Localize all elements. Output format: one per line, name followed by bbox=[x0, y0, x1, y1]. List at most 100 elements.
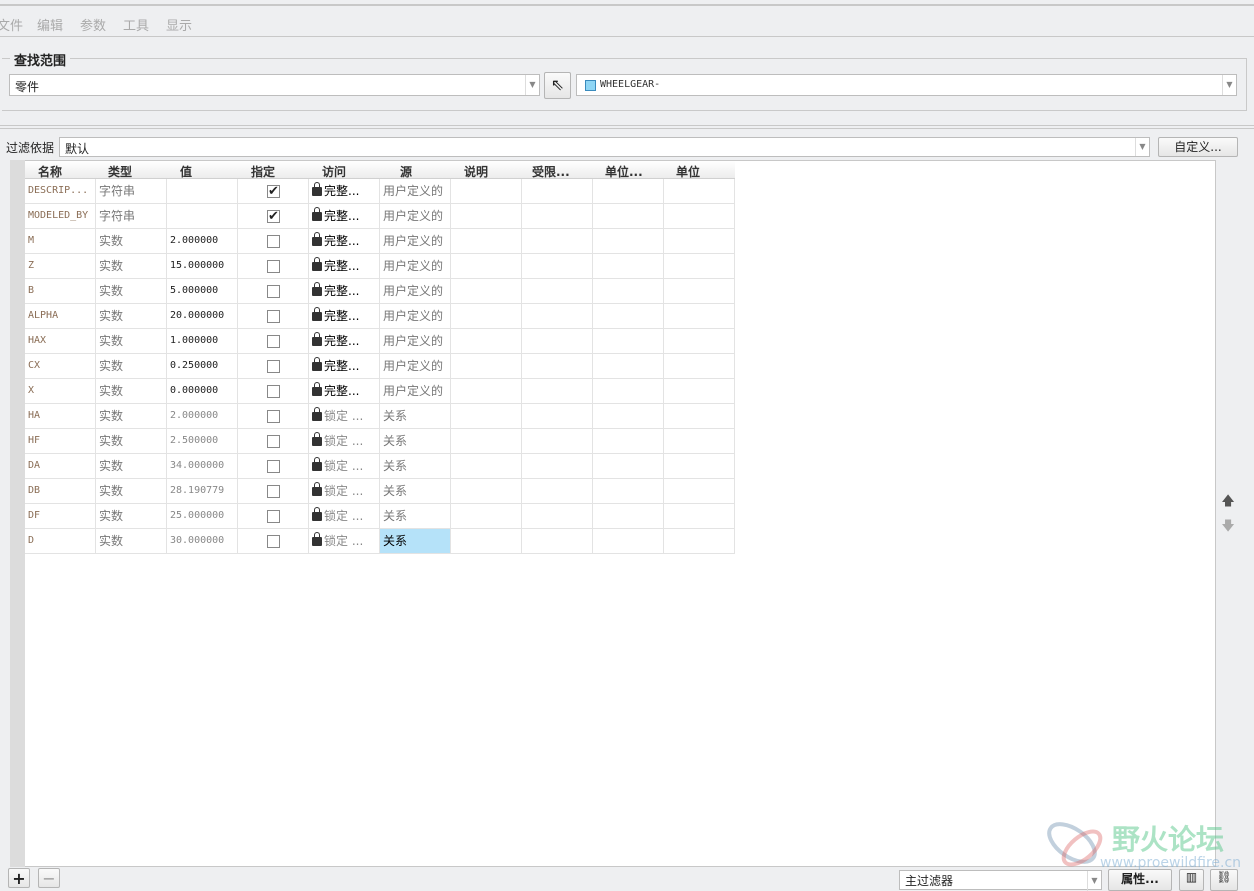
table-row[interactable]: M 实数 2.000000 完整... 用户定义的 bbox=[25, 229, 735, 254]
designate-checkbox[interactable] bbox=[267, 510, 280, 523]
cell-type[interactable]: 实数 bbox=[96, 379, 167, 404]
menu-display[interactable]: 显示 bbox=[166, 15, 192, 34]
cell-designate[interactable] bbox=[238, 304, 309, 329]
designate-checkbox[interactable] bbox=[267, 360, 280, 373]
cell-empty[interactable] bbox=[664, 304, 735, 329]
cell-type[interactable]: 实数 bbox=[96, 454, 167, 479]
cell-empty[interactable] bbox=[593, 179, 664, 204]
cell-type[interactable]: 实数 bbox=[96, 304, 167, 329]
cell-type[interactable]: 实数 bbox=[96, 229, 167, 254]
table-row[interactable]: DESCRIP... 字符串 ✔ 完整... 用户定义的 bbox=[25, 179, 735, 204]
model-dropdown[interactable]: WHEELGEAR- ▼ bbox=[576, 74, 1237, 96]
cell-source[interactable]: 关系 bbox=[380, 529, 451, 554]
designate-checkbox[interactable] bbox=[267, 285, 280, 298]
cell-source[interactable]: 用户定义的 bbox=[380, 229, 451, 254]
cell-empty[interactable] bbox=[522, 529, 593, 554]
cell-empty[interactable] bbox=[451, 529, 522, 554]
table-row[interactable]: MODELED_BY 字符串 ✔ 完整... 用户定义的 bbox=[25, 204, 735, 229]
cell-empty[interactable] bbox=[451, 379, 522, 404]
cell-access[interactable]: 完整... bbox=[309, 254, 380, 279]
cell-name[interactable]: Z bbox=[25, 254, 96, 279]
cell-designate[interactable] bbox=[238, 254, 309, 279]
column-header[interactable]: 源 bbox=[400, 163, 412, 180]
column-header[interactable]: 单位 bbox=[676, 163, 700, 180]
cell-empty[interactable] bbox=[451, 254, 522, 279]
select-model-button[interactable]: ⇖ bbox=[544, 72, 571, 99]
cell-empty[interactable] bbox=[664, 279, 735, 304]
move-down-icon[interactable]: 🡇 bbox=[1220, 517, 1236, 534]
cell-empty[interactable] bbox=[593, 504, 664, 529]
cell-source[interactable]: 用户定义的 bbox=[380, 204, 451, 229]
cell-empty[interactable] bbox=[451, 179, 522, 204]
designate-checkbox[interactable]: ✔ bbox=[267, 210, 280, 223]
designate-checkbox[interactable]: ✔ bbox=[267, 185, 280, 198]
cell-value[interactable]: 25.000000 bbox=[167, 504, 238, 529]
cell-designate[interactable] bbox=[238, 354, 309, 379]
cell-empty[interactable] bbox=[522, 204, 593, 229]
cell-source[interactable]: 用户定义的 bbox=[380, 354, 451, 379]
cell-empty[interactable] bbox=[664, 404, 735, 429]
table-row[interactable]: D 实数 30.000000 锁定 ... 关系 bbox=[25, 529, 735, 554]
cell-type[interactable]: 实数 bbox=[96, 504, 167, 529]
cell-empty[interactable] bbox=[522, 279, 593, 304]
cell-empty[interactable] bbox=[664, 354, 735, 379]
cell-type[interactable]: 实数 bbox=[96, 479, 167, 504]
cell-empty[interactable] bbox=[593, 379, 664, 404]
designate-checkbox[interactable] bbox=[267, 460, 280, 473]
cell-empty[interactable] bbox=[593, 454, 664, 479]
cell-access[interactable]: 锁定 ... bbox=[309, 529, 380, 554]
cell-access[interactable]: 锁定 ... bbox=[309, 429, 380, 454]
filter-dropdown[interactable]: 默认 ▼ bbox=[59, 137, 1150, 157]
cell-name[interactable]: HF bbox=[25, 429, 96, 454]
cell-empty[interactable] bbox=[451, 429, 522, 454]
cell-name[interactable]: DB bbox=[25, 479, 96, 504]
cell-source[interactable]: 关系 bbox=[380, 429, 451, 454]
column-header[interactable]: 名称 bbox=[38, 163, 62, 180]
cell-empty[interactable] bbox=[593, 254, 664, 279]
cell-type[interactable]: 字符串 bbox=[96, 204, 167, 229]
cell-name[interactable]: X bbox=[25, 379, 96, 404]
column-header[interactable]: 说明 bbox=[464, 163, 488, 180]
cell-empty[interactable] bbox=[593, 229, 664, 254]
cell-source[interactable]: 用户定义的 bbox=[380, 179, 451, 204]
cell-name[interactable]: HAX bbox=[25, 329, 96, 354]
cell-type[interactable]: 字符串 bbox=[96, 179, 167, 204]
cell-empty[interactable] bbox=[522, 404, 593, 429]
cell-source[interactable]: 关系 bbox=[380, 404, 451, 429]
cell-empty[interactable] bbox=[593, 479, 664, 504]
cell-designate[interactable] bbox=[238, 529, 309, 554]
cell-access[interactable]: 完整... bbox=[309, 179, 380, 204]
cell-source[interactable]: 关系 bbox=[380, 454, 451, 479]
menu-parameters[interactable]: 参数 bbox=[80, 15, 106, 34]
designate-checkbox[interactable] bbox=[267, 435, 280, 448]
cell-empty[interactable] bbox=[451, 304, 522, 329]
cell-empty[interactable] bbox=[451, 454, 522, 479]
cell-value[interactable]: 2.500000 bbox=[167, 429, 238, 454]
table-columns-button[interactable]: ▥ bbox=[1179, 869, 1204, 891]
cell-name[interactable]: DESCRIP... bbox=[25, 179, 96, 204]
table-row[interactable]: DB 实数 28.190779 锁定 ... 关系 bbox=[25, 479, 735, 504]
remove-parameter-button[interactable]: − bbox=[38, 868, 60, 888]
cell-empty[interactable] bbox=[593, 204, 664, 229]
cell-designate[interactable] bbox=[238, 329, 309, 354]
cell-name[interactable]: B bbox=[25, 279, 96, 304]
table-row[interactable]: DF 实数 25.000000 锁定 ... 关系 bbox=[25, 504, 735, 529]
cell-designate[interactable] bbox=[238, 379, 309, 404]
cell-access[interactable]: 锁定 ... bbox=[309, 404, 380, 429]
menu-file[interactable]: 文件 bbox=[0, 15, 23, 34]
cell-value[interactable]: 20.000000 bbox=[167, 304, 238, 329]
cell-empty[interactable] bbox=[593, 329, 664, 354]
cell-empty[interactable] bbox=[451, 229, 522, 254]
cell-empty[interactable] bbox=[522, 304, 593, 329]
designate-checkbox[interactable] bbox=[267, 235, 280, 248]
menu-edit[interactable]: 编辑 bbox=[37, 15, 63, 34]
cell-type[interactable]: 实数 bbox=[96, 279, 167, 304]
cell-name[interactable]: DF bbox=[25, 504, 96, 529]
cell-source[interactable]: 用户定义的 bbox=[380, 279, 451, 304]
cell-value[interactable] bbox=[167, 204, 238, 229]
table-row[interactable]: HA 实数 2.000000 锁定 ... 关系 bbox=[25, 404, 735, 429]
cell-access[interactable]: 完整... bbox=[309, 304, 380, 329]
cell-designate[interactable] bbox=[238, 279, 309, 304]
cell-name[interactable]: CX bbox=[25, 354, 96, 379]
cell-empty[interactable] bbox=[664, 254, 735, 279]
